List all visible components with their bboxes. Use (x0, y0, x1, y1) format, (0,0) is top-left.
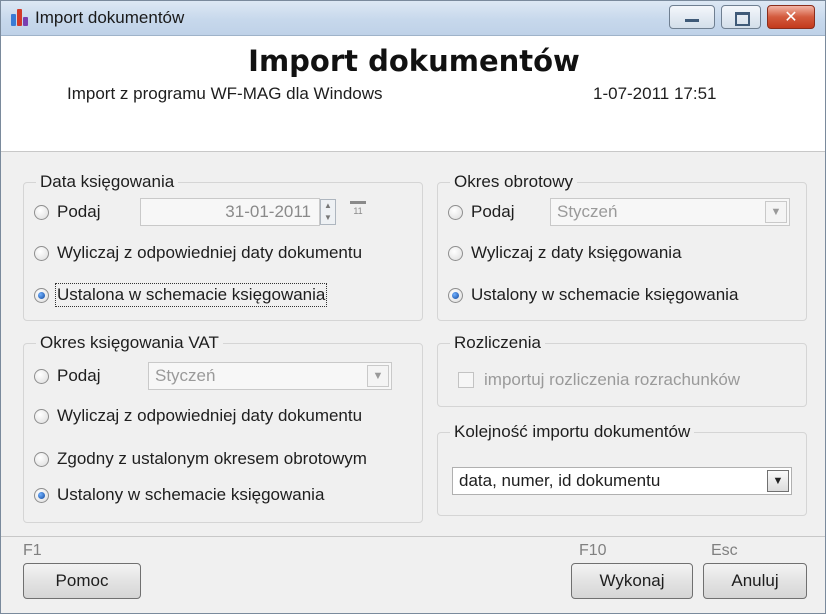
minimize-icon (685, 19, 699, 22)
radio-circle (34, 451, 49, 467)
close-icon: ✕ (784, 7, 798, 26)
group-kolejnosc: Kolejność importu dokumentów data, numer… (437, 422, 807, 516)
checkbox-importuj-rozliczenia[interactable]: importuj rozliczenia rozrachunków (458, 368, 740, 392)
radio-label: Wyliczaj z odpowiedniej daty dokumentu (57, 406, 363, 425)
spin-down-icon[interactable]: ▼ (321, 212, 335, 224)
radio-label: Podaj (471, 202, 515, 221)
group-data-ksiegowania: Data księgowania Podaj 31-01-2011 ▲ ▼ 11… (23, 172, 423, 321)
radio-label: Wyliczaj z odpowiedniej daty dokumentu (57, 243, 363, 262)
kolejnosc-select-value: data, numer, id dokumentu (459, 471, 661, 490)
kolejnosc-select[interactable]: data, numer, id dokumentu ▼ (452, 467, 792, 495)
radio-data-ustalona[interactable]: Ustalona w schemacie księgowania (34, 283, 328, 307)
radio-okres-wyliczaj[interactable]: Wyliczaj z daty księgowania (448, 241, 682, 265)
radio-label: Podaj (57, 366, 101, 385)
radio-circle-checked (34, 287, 49, 303)
group-title-okres-obrotowy: Okres obrotowy (450, 172, 578, 192)
month-select-obrotowy[interactable]: Styczeń ▼ (550, 198, 790, 226)
checkbox-label: importuj rozliczenia rozrachunków (484, 370, 741, 389)
radio-label: Ustalona w schemacie księgowania (54, 283, 328, 307)
group-title-kolejnosc: Kolejność importu dokumentów (450, 422, 695, 442)
group-title-rozliczenia: Rozliczenia (450, 333, 545, 353)
cancel-button[interactable]: Anuluj (703, 563, 807, 599)
execute-button[interactable]: Wykonaj (571, 563, 693, 599)
group-rozliczenia: Rozliczenia importuj rozliczenia rozrach… (437, 333, 807, 407)
maximize-button[interactable] (721, 5, 761, 29)
radio-circle-checked (34, 487, 49, 503)
header-separator (1, 151, 825, 152)
radio-data-podaj[interactable]: Podaj (34, 200, 100, 224)
calendar-icon[interactable]: 11 (348, 200, 368, 220)
radio-circle (34, 245, 49, 261)
chevron-down-icon[interactable]: ▼ (767, 470, 789, 492)
f10-shortcut-label: F10 (579, 542, 607, 559)
footer-separator (1, 536, 825, 537)
group-title-okres-vat: Okres księgowania VAT (36, 333, 223, 353)
radio-label: Zgodny z ustalonym okresem obrotowym (57, 449, 367, 468)
radio-circle (34, 368, 49, 384)
radio-circle (34, 204, 49, 220)
radio-circle (448, 245, 463, 261)
esc-shortcut-label: Esc (711, 542, 738, 559)
radio-label: Wyliczaj z daty księgowania (471, 243, 682, 262)
radio-label: Podaj (57, 202, 101, 221)
window-title: Import dokumentów (35, 8, 185, 27)
month-select-value: Styczeń (155, 366, 216, 385)
radio-okres-podaj[interactable]: Podaj (448, 200, 514, 224)
radio-vat-podaj[interactable]: Podaj (34, 364, 100, 388)
chevron-down-icon[interactable]: ▼ (765, 201, 787, 223)
radio-label: Ustalony w schemacie księgowania (471, 285, 739, 304)
group-okres-vat: Okres księgowania VAT Podaj Styczeń ▼ Wy… (23, 333, 423, 523)
checkbox-box (458, 372, 474, 388)
radio-data-wyliczaj[interactable]: Wyliczaj z odpowiedniej daty dokumentu (34, 241, 362, 265)
page-title: Import dokumentów (248, 44, 580, 78)
calendar-icon-text: 11 (353, 206, 363, 216)
title-bar[interactable]: Import dokumentów ✕ (1, 1, 825, 36)
radio-circle (448, 204, 463, 220)
maximize-icon (735, 12, 750, 26)
radio-vat-zgodny[interactable]: Zgodny z ustalonym okresem obrotowym (34, 447, 367, 471)
minimize-button[interactable] (669, 5, 715, 29)
radio-vat-wyliczaj[interactable]: Wyliczaj z odpowiedniej daty dokumentu (34, 404, 362, 428)
date-input[interactable]: 31-01-2011 (140, 198, 320, 226)
radio-circle-checked (448, 287, 463, 303)
month-select-vat[interactable]: Styczeń ▼ (148, 362, 392, 390)
help-button[interactable]: Pomoc (23, 563, 141, 599)
chevron-down-icon[interactable]: ▼ (367, 365, 389, 387)
spin-up-icon[interactable]: ▲ (321, 200, 335, 212)
radio-vat-ustalony[interactable]: Ustalony w schemacie księgowania (34, 483, 324, 507)
app-icon (11, 9, 29, 27)
radio-label: Ustalony w schemacie księgowania (57, 485, 325, 504)
source-program-label: Import z programu WF-MAG dla Windows (67, 84, 383, 103)
group-okres-obrotowy: Okres obrotowy Podaj Styczeń ▼ Wyliczaj … (437, 172, 807, 321)
date-spinner[interactable]: ▲ ▼ (320, 199, 336, 225)
close-button[interactable]: ✕ (767, 5, 815, 29)
datetime-label: 1-07-2011 17:51 (593, 84, 717, 103)
f1-shortcut-label: F1 (23, 542, 42, 559)
month-select-value: Styczeń (557, 202, 618, 221)
group-title-data-ksiegowania: Data księgowania (36, 172, 179, 192)
radio-circle (34, 408, 49, 424)
radio-okres-ustalony[interactable]: Ustalony w schemacie księgowania (448, 283, 738, 307)
import-dialog-window: Import dokumentów ✕ Import dokumentów Im… (0, 0, 826, 614)
